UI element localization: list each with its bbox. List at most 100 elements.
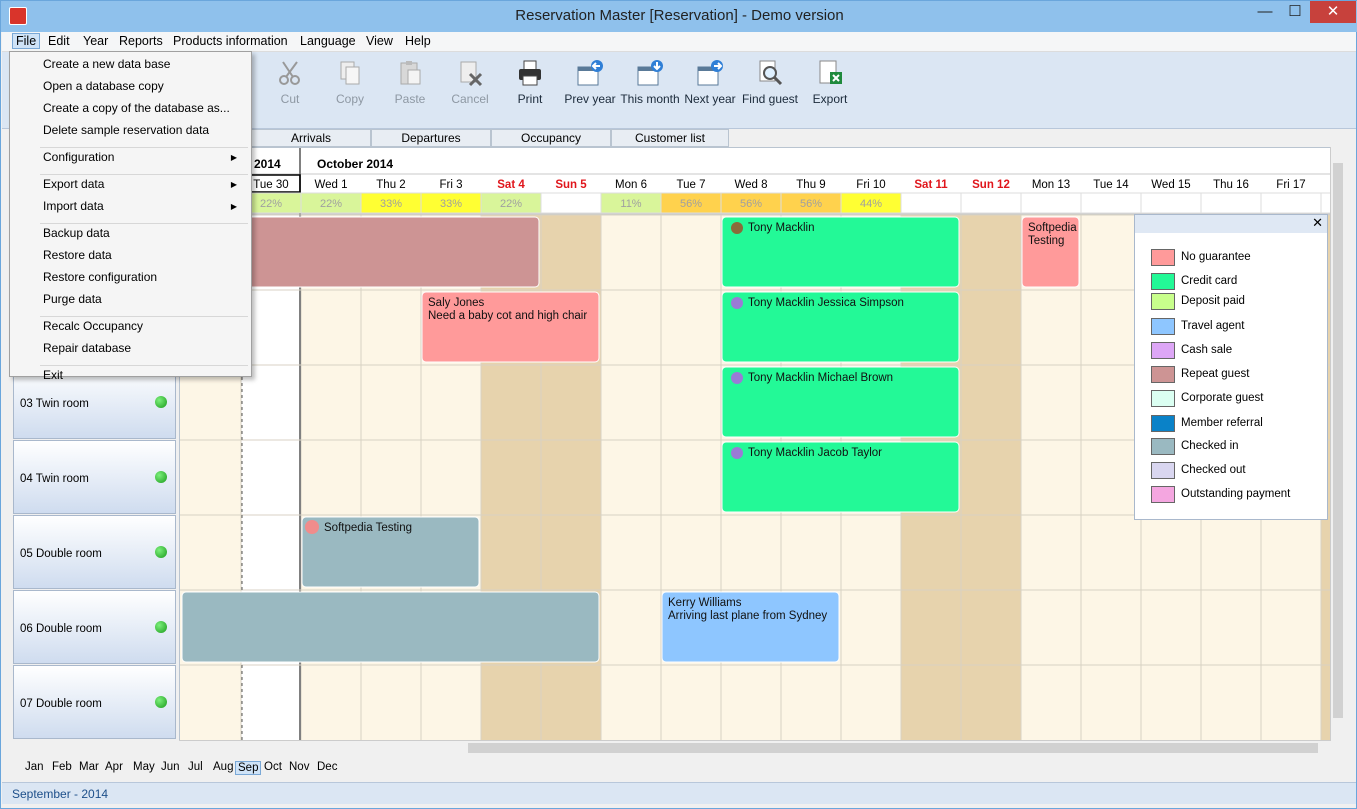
prev-year-button[interactable]: Prev year: [560, 58, 620, 106]
day-header[interactable]: Wed 8: [734, 179, 767, 191]
paste-label: Paste: [394, 92, 426, 106]
cut-button[interactable]: Cut: [260, 58, 320, 106]
day-header[interactable]: Fri 10: [856, 179, 885, 191]
close-button[interactable]: ✕: [1310, 1, 1356, 23]
maximize-button[interactable]: ☐: [1279, 1, 1311, 23]
group-guests-icon: [731, 297, 743, 309]
month-apr[interactable]: Apr: [103, 761, 125, 773]
file-menu-item[interactable]: Export data ▶: [43, 177, 243, 191]
day-header[interactable]: Sat 4: [497, 179, 525, 191]
room-05[interactable]: 05 Double room: [13, 515, 176, 589]
day-header[interactable]: Thu 2: [376, 179, 405, 191]
menu-separator: [40, 223, 248, 224]
tab-departures[interactable]: Departures: [371, 129, 491, 147]
day-header[interactable]: Fri 17: [1276, 179, 1305, 191]
status-green-icon: [155, 546, 167, 558]
day-header[interactable]: Tue 7: [677, 179, 706, 191]
menu-help[interactable]: Help: [405, 34, 431, 48]
file-menu-item[interactable]: Exit: [43, 368, 243, 382]
day-header[interactable]: Sun 5: [555, 179, 587, 191]
day-column[interactable]: [961, 215, 1021, 741]
reservation-block[interactable]: [181, 591, 600, 663]
occupancy-value: 33%: [440, 198, 462, 210]
day-header[interactable]: Tue 14: [1093, 179, 1129, 191]
room-06[interactable]: 06 Double room: [13, 590, 176, 664]
day-header[interactable]: Wed 15: [1151, 179, 1190, 191]
file-menu-item[interactable]: Delete sample reservation data: [43, 123, 243, 137]
day-column[interactable]: [1081, 215, 1141, 741]
day-header[interactable]: Mon 6: [615, 179, 647, 191]
file-menu-item[interactable]: Repair database: [43, 341, 243, 355]
day-header[interactable]: Wed 1: [314, 179, 347, 191]
month-dec[interactable]: Dec: [315, 761, 339, 773]
menu-products-information[interactable]: Products information: [173, 34, 288, 48]
menu-year[interactable]: Year: [83, 34, 108, 48]
minimize-button[interactable]: —: [1249, 1, 1281, 23]
room-04[interactable]: 04 Twin room: [13, 440, 176, 514]
menu-language[interactable]: Language: [300, 34, 356, 48]
menu-edit[interactable]: Edit: [48, 34, 70, 48]
legend-label: Repeat guest: [1181, 368, 1250, 380]
occupancy-cell: [1140, 192, 1202, 214]
next-year-button[interactable]: Next year: [680, 58, 740, 106]
menu-view[interactable]: View: [366, 34, 393, 48]
legend-label: Outstanding payment: [1181, 488, 1291, 500]
occupancy-value: 56%: [740, 198, 762, 210]
day-header[interactable]: Mon 13: [1032, 179, 1070, 191]
menu-file[interactable]: File: [12, 33, 41, 49]
legend-label: Checked out: [1181, 464, 1246, 476]
export-button[interactable]: Export: [800, 58, 860, 106]
month-nov[interactable]: Nov: [287, 761, 311, 773]
month-jul[interactable]: Jul: [186, 761, 205, 773]
file-menu-item[interactable]: Backup data: [43, 226, 243, 240]
scroll-thumb[interactable]: [468, 743, 1318, 753]
this-month-button[interactable]: This month: [620, 58, 680, 106]
day-header[interactable]: Thu 9: [796, 179, 825, 191]
day-column[interactable]: [601, 215, 661, 741]
file-menu-item[interactable]: Restore configuration: [43, 270, 243, 284]
file-menu-item[interactable]: Create a new data base: [43, 57, 243, 71]
legend-label: Deposit paid: [1181, 295, 1245, 307]
month-jun[interactable]: Jun: [159, 761, 182, 773]
day-header[interactable]: Sun 12: [972, 179, 1010, 191]
tab-occupancy[interactable]: Occupancy: [491, 129, 611, 147]
paste-button[interactable]: Paste: [380, 58, 440, 106]
prev-year-label: Prev year: [564, 92, 616, 106]
cancel-button[interactable]: Cancel: [440, 58, 500, 106]
day-header[interactable]: Fri 3: [440, 179, 463, 191]
horizontal-scrollbar[interactable]: [179, 740, 1330, 755]
month-feb[interactable]: Feb: [50, 761, 74, 773]
menu-item-label: Repair database: [43, 341, 132, 355]
month-may[interactable]: May: [131, 761, 157, 773]
day-header[interactable]: Sat 11: [914, 179, 948, 191]
tab-arrivals[interactable]: Arrivals: [251, 129, 371, 147]
menu-reports[interactable]: Reports: [119, 34, 163, 48]
file-menu-item[interactable]: Purge data: [43, 292, 243, 306]
close-icon[interactable]: ✕: [1312, 215, 1323, 231]
month-mar[interactable]: Mar: [77, 761, 101, 773]
file-menu-item[interactable]: Import data ▶: [43, 199, 243, 213]
find-guest-button[interactable]: Find guest: [740, 58, 800, 106]
occupancy-value: 56%: [800, 198, 822, 210]
file-menu-item[interactable]: Create a copy of the database as...: [43, 101, 243, 115]
copy-label: Copy: [335, 92, 364, 106]
copy-button[interactable]: Copy: [320, 58, 380, 106]
day-header[interactable]: Tue 30: [253, 179, 288, 191]
file-menu-item[interactable]: Recalc Occupancy: [43, 319, 243, 333]
vertical-scrollbar[interactable]: [1330, 147, 1344, 741]
tab-customer-list[interactable]: Customer list: [611, 129, 729, 147]
file-menu-item[interactable]: Open a database copy: [43, 79, 243, 93]
legend-swatch: [1151, 462, 1175, 479]
month-oct[interactable]: Oct: [262, 761, 284, 773]
file-menu-item[interactable]: Restore data: [43, 248, 243, 262]
month-aug[interactable]: Aug: [211, 761, 235, 773]
month-jan[interactable]: Jan: [23, 761, 46, 773]
scroll-thumb[interactable]: [1333, 163, 1343, 718]
room-07[interactable]: 07 Double room: [13, 665, 176, 739]
export-label: Export: [812, 92, 848, 106]
month-sep[interactable]: Sep: [235, 761, 262, 775]
day-column[interactable]: [1021, 215, 1081, 741]
file-menu-item[interactable]: Configuration ▶: [43, 150, 243, 164]
day-header[interactable]: Thu 16: [1213, 179, 1249, 191]
print-button[interactable]: Print: [500, 58, 560, 106]
